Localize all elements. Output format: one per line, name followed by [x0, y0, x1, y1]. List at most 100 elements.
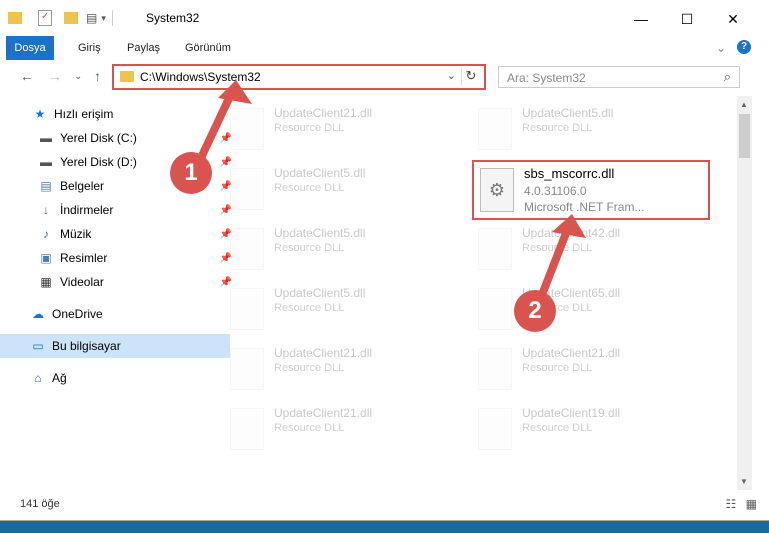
back-button[interactable]: ←: [20, 68, 34, 84]
scroll-down-icon[interactable]: ▼: [740, 477, 748, 486]
file-description: Resource DLL: [274, 422, 345, 434]
tab-home[interactable]: Giriş: [78, 36, 101, 60]
scrollbar-thumb[interactable]: [739, 114, 750, 158]
sidebar-item-music[interactable]: ♪ Müzik 📌: [0, 222, 238, 246]
sidebar-item-pictures[interactable]: ▣ Resimler 📌: [0, 246, 238, 270]
file-name: UpdateClient5.dll: [274, 226, 366, 240]
file-name: UpdateClient5.dll: [522, 106, 614, 120]
file-description: Microsoft .NET Fram...: [524, 200, 645, 214]
address-path[interactable]: C:\Windows\System32: [140, 70, 261, 84]
dll-file-icon: [230, 168, 264, 210]
tab-view[interactable]: Görünüm: [185, 36, 231, 60]
dll-file-icon: [230, 348, 264, 390]
minimize-button[interactable]: —: [618, 6, 664, 32]
file-item[interactable]: UpdateClient21.dll Resource DLL: [204, 340, 424, 390]
file-item[interactable]: UpdateClient5.dll Resource DLL: [204, 160, 424, 210]
chevron-down-icon[interactable]: ⌄: [447, 69, 456, 82]
star-icon: ★: [34, 107, 46, 121]
dll-file-icon: [478, 348, 512, 390]
cloud-icon: ☁: [32, 307, 44, 321]
new-folder-icon[interactable]: [64, 12, 78, 24]
sidebar-item-label: Hızlı erişim: [54, 107, 114, 121]
sidebar-item-label: Bu bilgisayar: [52, 339, 121, 353]
file-description: Resource DLL: [522, 362, 593, 374]
up-button[interactable]: ↑: [94, 68, 101, 84]
music-icon: ♪: [43, 227, 49, 241]
dll-file-icon: [230, 228, 264, 270]
help-icon[interactable]: ?: [737, 40, 751, 54]
file-name: UpdateClient5.dll: [274, 286, 366, 300]
sidebar-item-onedrive[interactable]: ☁ OneDrive: [0, 302, 230, 326]
file-item[interactable]: UpdateClient5.dll Resource DLL: [452, 100, 672, 150]
recent-locations-button[interactable]: ⌄: [74, 71, 82, 82]
large-icons-view-icon[interactable]: ▦: [746, 497, 757, 511]
file-description: Resource DLL: [274, 302, 345, 314]
window-title: System32: [146, 11, 200, 25]
navigation-pane: ★ Hızlı erişim ▬ Yerel Disk (C:) 📌 ▬ Yer…: [0, 100, 232, 490]
sidebar-item-label: İndirmeler: [60, 203, 114, 217]
sidebar-item-network[interactable]: ⌂ Ağ: [0, 366, 230, 390]
file-item[interactable]: UpdateClient42.dll Resource DLL: [452, 220, 672, 270]
explorer-window: ✓ ▤ ▾ System32 — ☐ ✕ Dosya Giriş Paylaş …: [0, 0, 769, 521]
drive-icon: ▬: [40, 131, 52, 145]
file-name: UpdateClient5.dll: [274, 166, 366, 180]
file-name: UpdateClient19.dll: [522, 406, 621, 420]
file-list: UpdateClient21.dll Resource DLL UpdateCl…: [204, 96, 736, 490]
tab-share[interactable]: Paylaş: [127, 36, 160, 60]
search-input[interactable]: Ara: System32 ⌕: [498, 66, 740, 88]
file-description: Resource DLL: [274, 362, 345, 374]
sidebar-item-quick-access[interactable]: ★ Hızlı erişim: [0, 102, 232, 126]
ribbon: Dosya Giriş Paylaş Görünüm ⌄ ?: [0, 36, 769, 84]
file-description: Resource DLL: [274, 242, 345, 254]
sidebar-item-label: Yerel Disk (C:): [60, 131, 137, 145]
sidebar-item-label: Resimler: [60, 251, 108, 265]
scroll-up-icon[interactable]: ▲: [740, 100, 748, 109]
close-button[interactable]: ✕: [710, 6, 756, 32]
sidebar-item-downloads[interactable]: ↓ İndirmeler 📌: [0, 198, 238, 222]
folder-icon[interactable]: [8, 12, 22, 24]
file-name: UpdateClient21.dll: [522, 346, 621, 360]
sidebar-item-local-disk-c[interactable]: ▬ Yerel Disk (C:) 📌: [0, 126, 238, 150]
file-name: UpdateClient21.dll: [274, 406, 373, 420]
download-icon: ↓: [43, 203, 49, 217]
file-item[interactable]: UpdateClient21.dll Resource DLL: [204, 400, 424, 450]
file-item[interactable]: UpdateClient5.dll Resource DLL: [204, 220, 424, 270]
sidebar-item-label: OneDrive: [52, 307, 103, 321]
maximize-button[interactable]: ☐: [664, 6, 710, 32]
search-icon[interactable]: ⌕: [724, 69, 731, 85]
file-name: UpdateClient21.dll: [274, 346, 373, 360]
step-1-badge: 1: [170, 152, 212, 194]
highlighted-file-item[interactable]: ⚙ sbs_mscorrc.dll 4.0.31106.0 Microsoft …: [472, 160, 710, 220]
details-view-icon[interactable]: ☷: [726, 497, 737, 511]
properties-icon[interactable]: ✓: [38, 10, 52, 26]
computer-icon: ▭: [32, 339, 44, 353]
file-name: UpdateClient42.dll: [522, 226, 621, 240]
ribbon-expand-icon[interactable]: ⌄: [716, 36, 726, 60]
refresh-icon[interactable]: ↻: [461, 68, 480, 86]
vertical-scrollbar[interactable]: ▲ ▼: [737, 96, 752, 490]
sidebar-item-videos[interactable]: ▦ Videolar 📌: [0, 270, 238, 294]
search-placeholder: Ara: System32: [507, 71, 586, 85]
chevron-down-icon[interactable]: ▾: [101, 13, 106, 24]
file-description: Resource DLL: [274, 182, 345, 194]
file-item[interactable]: UpdateClient21.dll Resource DLL: [204, 100, 424, 150]
address-bar[interactable]: C:\Windows\System32 ⌄ ↻: [112, 64, 486, 90]
customize-icon[interactable]: ▤: [86, 11, 97, 25]
dll-file-icon: [478, 288, 512, 330]
sidebar-item-this-pc[interactable]: ▭ Bu bilgisayar: [0, 334, 230, 358]
file-item[interactable]: UpdateClient19.dll Resource DLL: [452, 400, 672, 450]
file-item[interactable]: UpdateClient21.dll Resource DLL: [452, 340, 672, 390]
divider: [111, 10, 113, 26]
file-description: Resource DLL: [522, 122, 593, 134]
dll-file-icon: [478, 408, 512, 450]
file-item[interactable]: UpdateClient5.dll Resource DLL: [204, 280, 424, 330]
file-name: UpdateClient21.dll: [274, 106, 373, 120]
file-item[interactable]: UpdateClient65.dll Resource DLL: [452, 280, 672, 330]
dll-file-icon: [230, 408, 264, 450]
sidebar-item-label: Yerel Disk (D:): [60, 155, 137, 169]
dll-file-icon: [230, 108, 264, 150]
forward-button[interactable]: →: [48, 68, 62, 84]
quick-access-toolbar: ✓ ▤ ▾: [8, 8, 113, 28]
dll-file-icon: [478, 108, 512, 150]
file-name: sbs_mscorrc.dll: [524, 166, 615, 181]
